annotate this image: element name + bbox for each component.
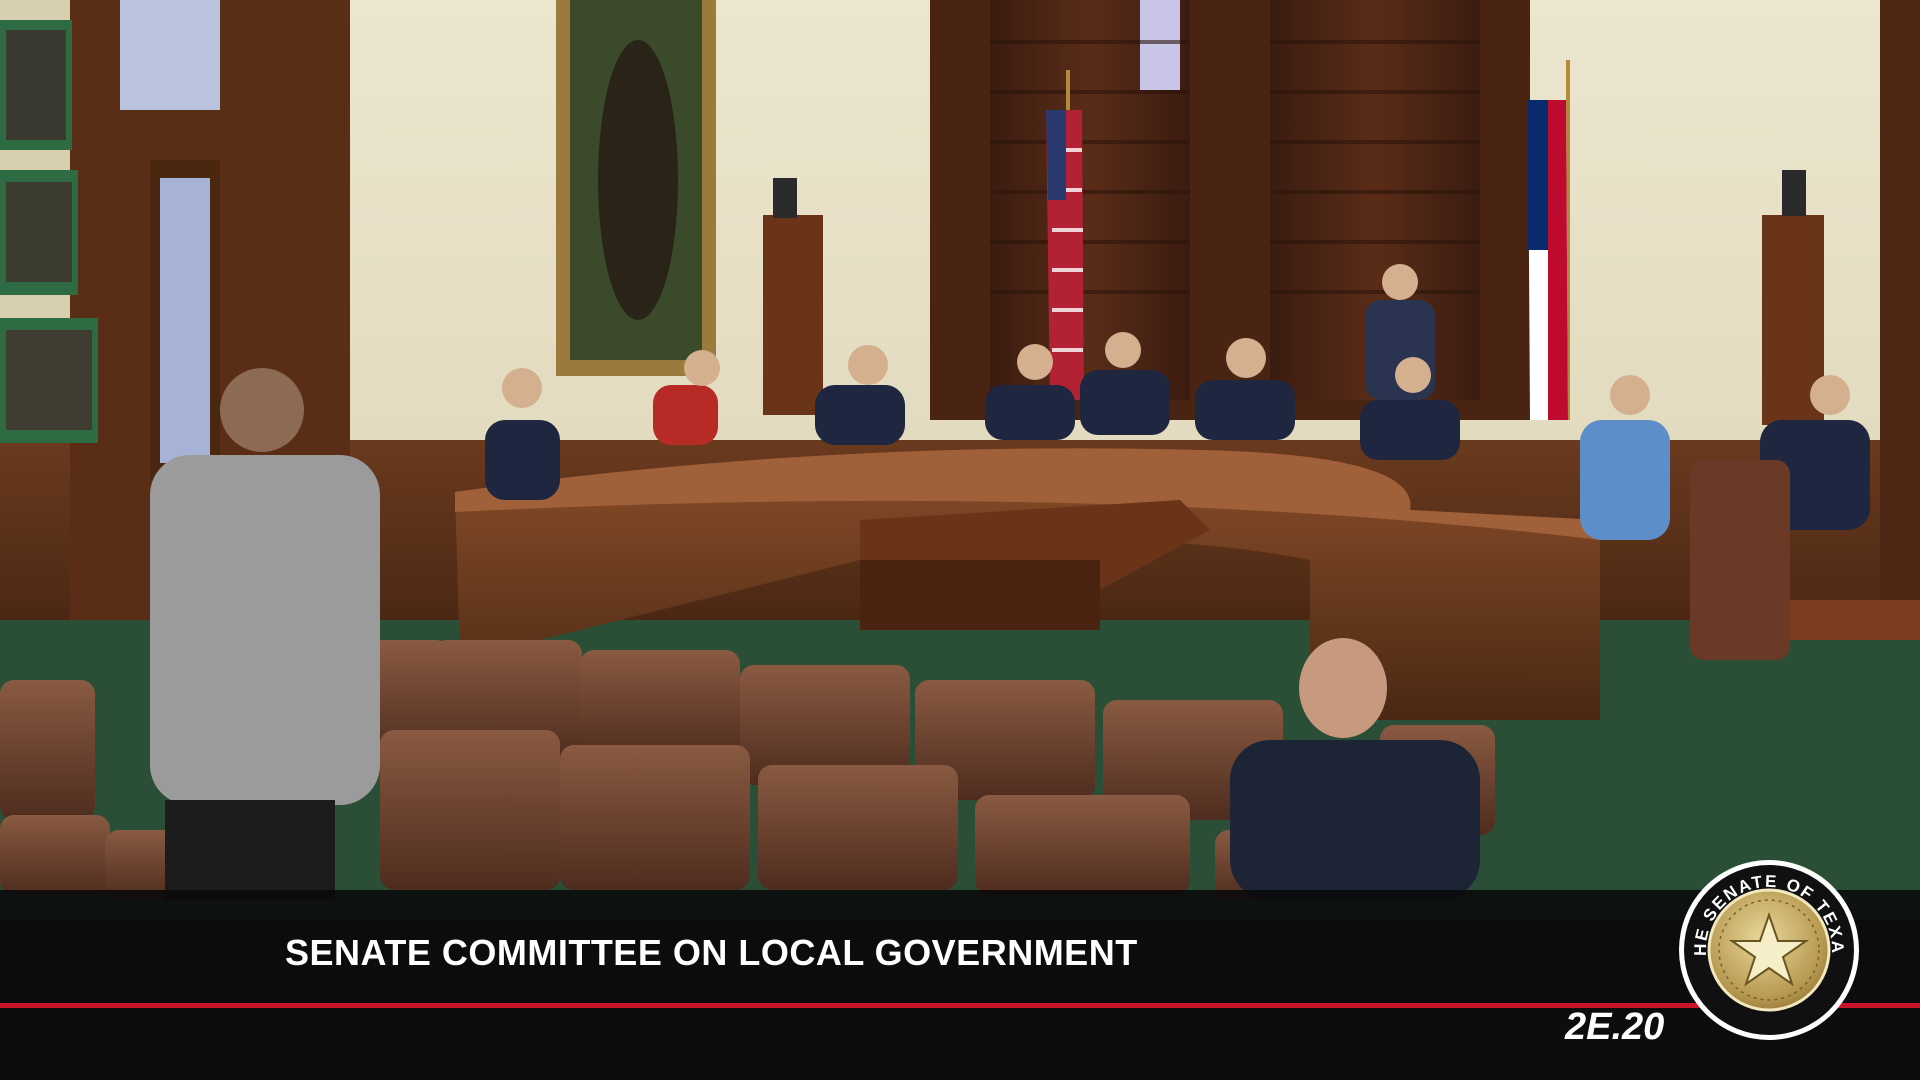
senate-seal-logo: THE SENATE OF TEXAS (1676, 857, 1859, 1040)
committee-title: SENATE COMMITTEE ON LOCAL GOVERNMENT (285, 932, 1138, 973)
lower-third-banner (0, 890, 1920, 1080)
bill-code: 2E.20 (1565, 1006, 1665, 1048)
